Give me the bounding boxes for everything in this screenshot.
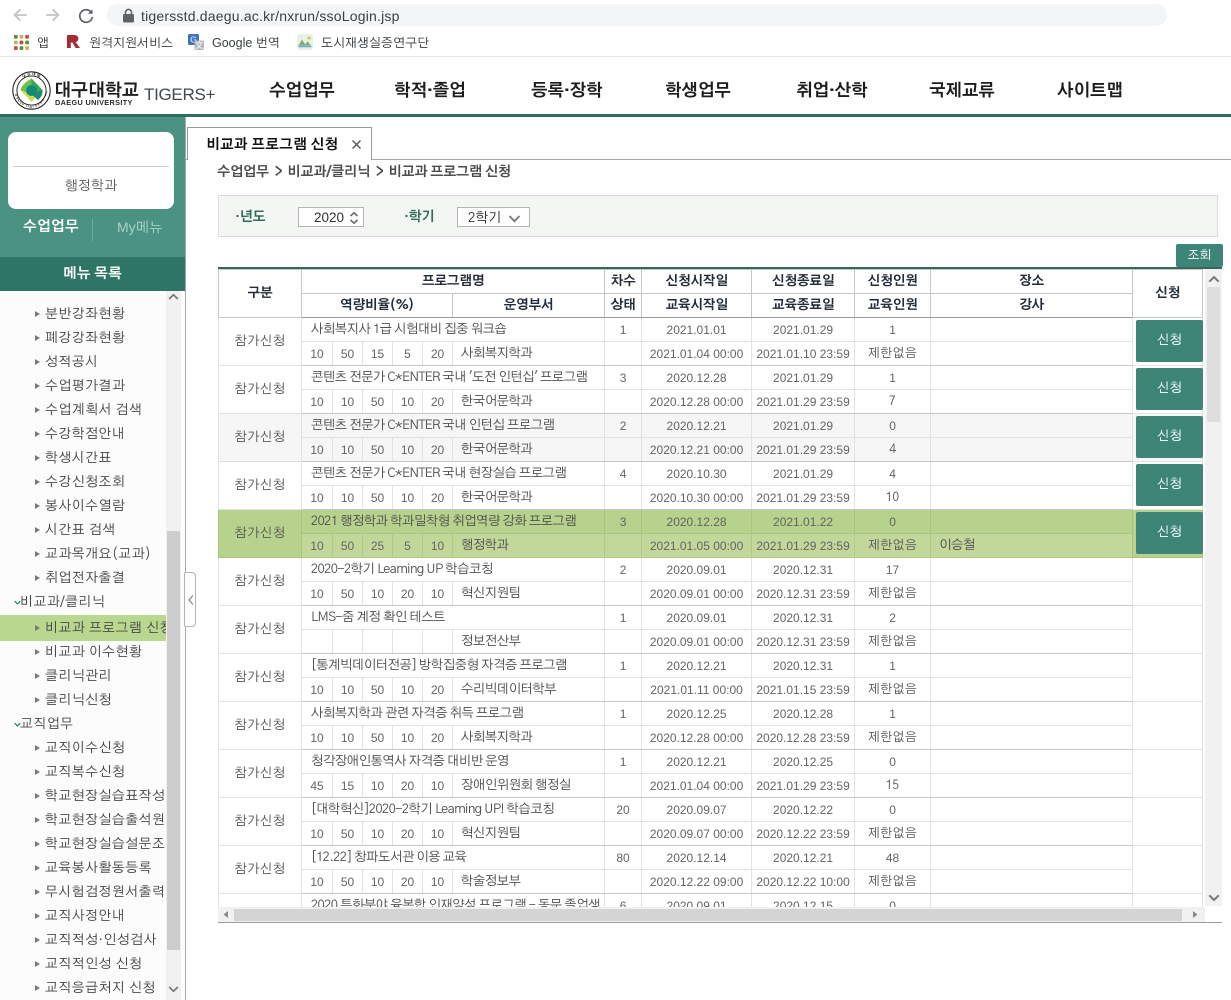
- svg-text:V: V: [35, 104, 37, 108]
- svg-text:대: 대: [32, 73, 35, 77]
- svg-text:U: U: [22, 102, 24, 106]
- svg-text:文: 文: [195, 40, 203, 50]
- svg-text:대: 대: [22, 75, 25, 79]
- svg-text:N: N: [30, 105, 32, 109]
- svg-text:Y: Y: [46, 91, 48, 95]
- svg-text:U: U: [27, 104, 29, 108]
